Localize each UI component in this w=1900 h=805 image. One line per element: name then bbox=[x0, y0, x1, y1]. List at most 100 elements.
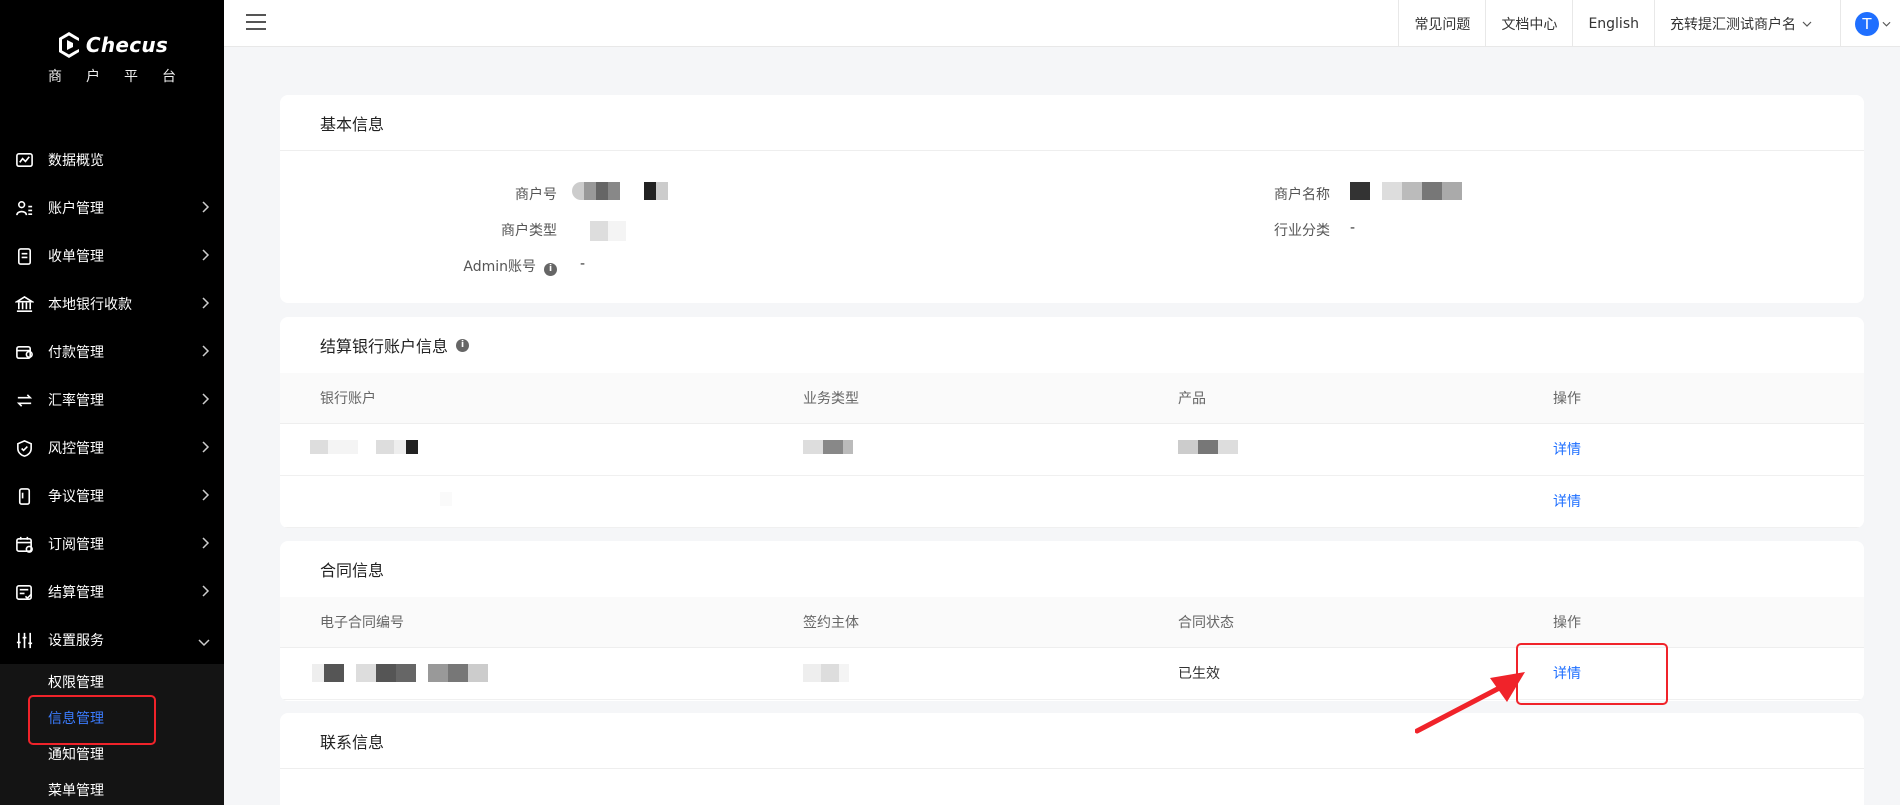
sidebar-item-subscription[interactable]: 订阅管理 bbox=[0, 520, 224, 568]
brand-logo[interactable]: Checus 商户平台 bbox=[0, 30, 224, 86]
column-header: 业务类型 bbox=[803, 373, 1178, 424]
info-icon[interactable]: i bbox=[544, 262, 557, 276]
sidebar-item-label: 订阅管理 bbox=[48, 537, 104, 553]
chevron-right-icon bbox=[200, 297, 210, 309]
phone-icon bbox=[15, 487, 34, 506]
merchant-name-value-redacted bbox=[1350, 182, 1462, 200]
detail-link[interactable]: 详情 bbox=[1553, 494, 1581, 510]
bank-account-card: 结算银行账户信息 i 银行账户 业务类型 产品 操作 详情 详情 bbox=[280, 317, 1864, 528]
sidebar-item-label: 账户管理 bbox=[48, 201, 104, 217]
column-header: 操作 bbox=[1553, 373, 1864, 424]
sidebar-item-local-bank[interactable]: 本地银行收款 bbox=[0, 280, 224, 328]
merchant-no-label: 商户号 bbox=[515, 187, 557, 203]
column-header: 产品 bbox=[1178, 373, 1553, 424]
bank-account-redacted bbox=[280, 475, 803, 528]
column-header: 合同状态 bbox=[1178, 597, 1553, 648]
card-title: 基本信息 bbox=[280, 95, 1864, 151]
sidebar-item-acquiring[interactable]: 收单管理 bbox=[0, 232, 224, 280]
sidebar-item-payment[interactable]: 付款管理 bbox=[0, 328, 224, 376]
card-title: 联系信息 bbox=[280, 713, 1864, 769]
faq-link[interactable]: 常见问题 bbox=[1398, 0, 1485, 47]
brand-name: Checus bbox=[85, 33, 169, 57]
sidebar-item-dispute[interactable]: 争议管理 bbox=[0, 472, 224, 520]
chart-icon bbox=[15, 151, 34, 170]
chevron-down-icon bbox=[1802, 21, 1812, 27]
bank-account-table: 银行账户 业务类型 产品 操作 详情 详情 bbox=[280, 373, 1864, 528]
detail-action-highlight-box bbox=[1516, 643, 1668, 705]
user-menu[interactable]: T bbox=[1840, 0, 1900, 47]
sidebar-item-risk[interactable]: 风控管理 bbox=[0, 424, 224, 472]
merchant-name-label: 商户名称 bbox=[1274, 187, 1330, 203]
business-type-redacted bbox=[803, 423, 1178, 476]
submenu-item-label: 权限管理 bbox=[48, 675, 104, 691]
chevron-right-icon bbox=[200, 393, 210, 405]
column-header: 电子合同编号 bbox=[280, 597, 803, 648]
info-icon[interactable]: i bbox=[456, 338, 470, 352]
checus-logo-icon bbox=[58, 32, 79, 58]
column-header: 签约主体 bbox=[803, 597, 1178, 648]
contract-no-redacted bbox=[280, 647, 803, 700]
card-title: 合同信息 bbox=[320, 561, 385, 580]
sidebar-item-label: 设置服务 bbox=[48, 633, 104, 649]
signing-entity-redacted bbox=[803, 647, 1178, 700]
admin-account-value: - bbox=[580, 256, 586, 272]
payment-icon bbox=[15, 343, 34, 362]
top-header: 常见问题 文档中心 English 充转提汇测试商户名 T bbox=[224, 0, 1900, 47]
menu-toggle-icon[interactable] bbox=[246, 14, 266, 31]
card-title: 结算银行账户信息 i bbox=[280, 317, 1864, 373]
chevron-down-icon bbox=[1882, 21, 1891, 27]
submenu-item-label: 菜单管理 bbox=[48, 783, 104, 799]
detail-link[interactable]: 详情 bbox=[1553, 442, 1581, 458]
sidebar-item-label: 收单管理 bbox=[48, 249, 104, 265]
merchant-type-value-redacted bbox=[590, 221, 626, 241]
sidebar-item-data-overview[interactable]: 数据概览 bbox=[0, 136, 224, 184]
sidebar-item-settlement[interactable]: 结算管理 bbox=[0, 568, 224, 616]
contact-info-card: 联系信息 bbox=[280, 713, 1864, 805]
sidebar-item-label: 汇率管理 bbox=[48, 393, 104, 409]
sidebar-item-settings[interactable]: 设置服务 bbox=[0, 616, 224, 664]
merchant-type-label: 商户类型 bbox=[501, 223, 557, 239]
brand-subtitle: 商户平台 bbox=[48, 69, 200, 85]
sidebar-item-label: 风控管理 bbox=[48, 441, 104, 457]
sidebar-item-account[interactable]: 账户管理 bbox=[0, 184, 224, 232]
bank-account-redacted bbox=[280, 423, 803, 476]
avatar: T bbox=[1855, 11, 1879, 36]
merchant-no-value-redacted bbox=[572, 182, 668, 200]
column-header: 操作 bbox=[1553, 597, 1864, 648]
industry-value: - bbox=[1350, 220, 1356, 236]
sidebar-item-label: 本地银行收款 bbox=[48, 297, 132, 313]
chevron-right-icon bbox=[200, 537, 210, 549]
sidebar-item-exchange-rate[interactable]: 汇率管理 bbox=[0, 376, 224, 424]
sidebar: Checus 商户平台 数据概览 账户管理 收单管理 本地银行收款 付款管理 汇… bbox=[0, 0, 224, 805]
chevron-right-icon bbox=[200, 345, 210, 357]
admin-account-label: Admin账号 i bbox=[357, 256, 557, 276]
merchant-name: 充转提汇测试商户名 bbox=[1670, 16, 1796, 33]
table-row: 详情 bbox=[280, 423, 1864, 476]
bank-icon bbox=[15, 295, 34, 314]
column-header: 银行账户 bbox=[280, 373, 803, 424]
submenu-item-menus[interactable]: 菜单管理 bbox=[0, 772, 224, 805]
product-redacted bbox=[1178, 423, 1553, 476]
chevron-right-icon bbox=[200, 585, 210, 597]
users-icon bbox=[15, 199, 34, 218]
table-header-row: 银行账户 业务类型 产品 操作 bbox=[280, 373, 1864, 424]
chevron-right-icon bbox=[200, 249, 210, 261]
language-switch[interactable]: English bbox=[1572, 0, 1654, 47]
merchant-dropdown[interactable]: 充转提汇测试商户名 bbox=[1654, 0, 1840, 47]
chevron-right-icon bbox=[200, 441, 210, 453]
sidebar-item-label: 争议管理 bbox=[48, 489, 104, 505]
docs-link[interactable]: 文档中心 bbox=[1485, 0, 1572, 47]
document-icon bbox=[15, 247, 34, 266]
submenu-item-label: 通知管理 bbox=[48, 747, 104, 763]
active-menu-highlight-box bbox=[28, 695, 156, 745]
table-header-row: 电子合同编号 签约主体 合同状态 操作 bbox=[280, 597, 1864, 648]
chevron-right-icon bbox=[200, 489, 210, 501]
header-actions: 常见问题 文档中心 English 充转提汇测试商户名 T bbox=[1398, 0, 1900, 47]
red-arrow-annotation bbox=[1415, 672, 1525, 734]
industry-label: 行业分类 bbox=[1274, 223, 1330, 239]
exchange-icon bbox=[15, 391, 34, 410]
calendar-icon bbox=[15, 535, 34, 554]
settlement-icon bbox=[15, 583, 34, 602]
sidebar-item-label: 数据概览 bbox=[48, 153, 104, 169]
basic-info-card: 基本信息 商户号 商户类型 Admin账号 i - 商户名称 行业分类 - bbox=[280, 95, 1864, 303]
